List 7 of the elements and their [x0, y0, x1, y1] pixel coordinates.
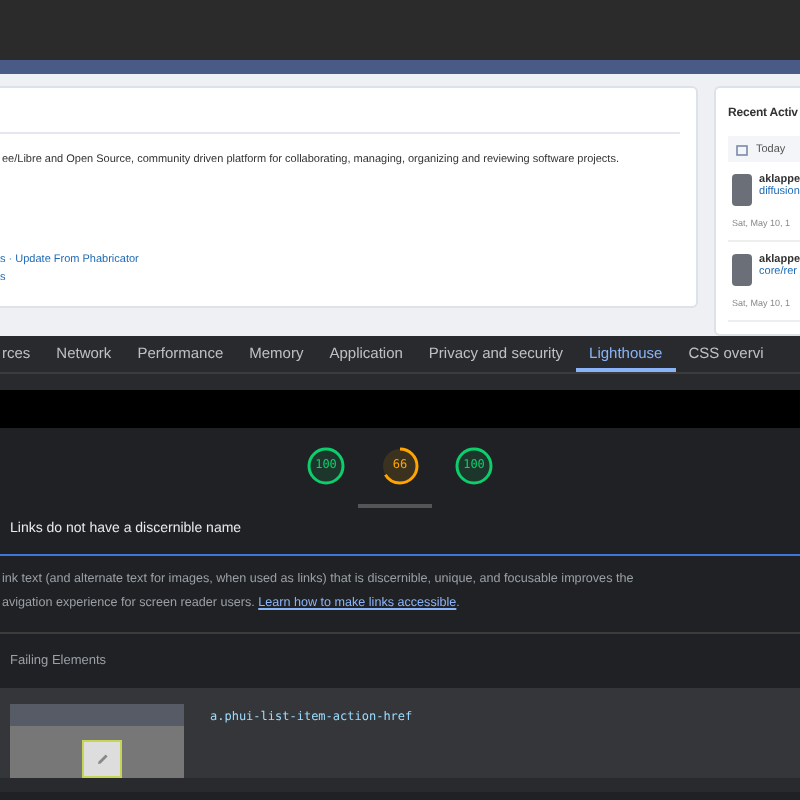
score-gauge [380, 445, 420, 485]
avatar [732, 174, 752, 206]
score-gauge [306, 445, 346, 485]
score-gauge [454, 445, 494, 485]
avatar [732, 254, 752, 286]
pencil-icon [95, 752, 109, 766]
calendar-icon [736, 143, 748, 155]
